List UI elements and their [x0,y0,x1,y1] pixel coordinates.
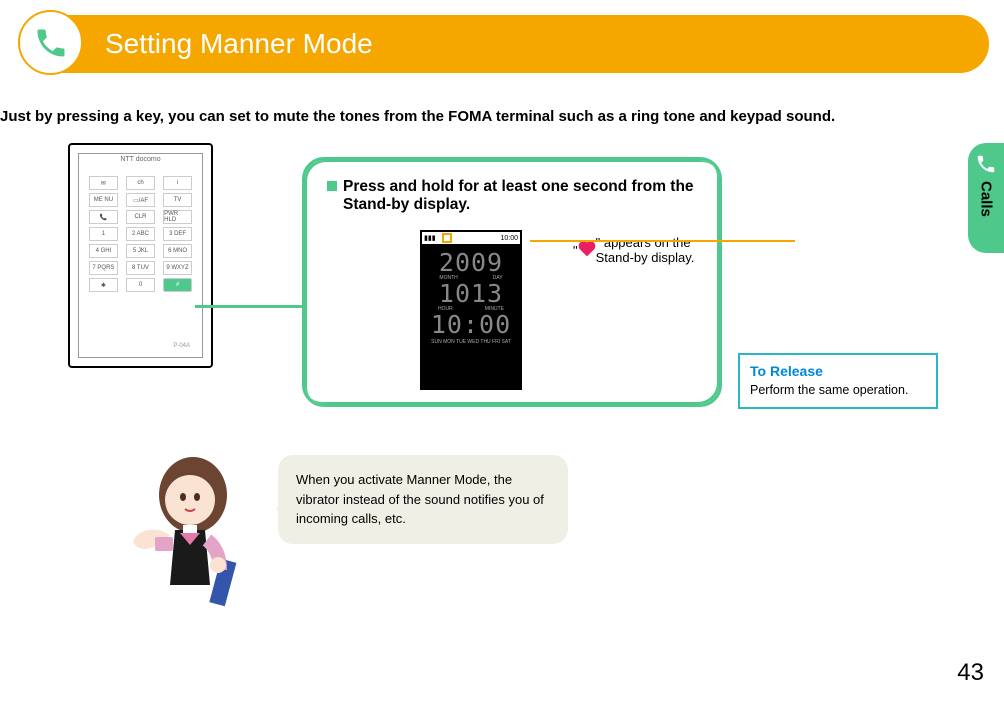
page-number: 43 [957,659,984,687]
phone-model: P-04A [173,343,190,349]
phone-brand: NTT docomo [79,154,202,165]
character-illustration [115,445,265,645]
release-box: To Release Perform the same operation. [738,353,938,409]
hash-manner-key: # [163,278,192,292]
handset-icon [975,153,997,175]
calls-side-tab: Calls [968,143,1004,253]
instruction-box: Press and hold for at least one second f… [302,157,722,407]
page-title: Setting Manner Mode [90,28,373,60]
page-header: Setting Manner Mode [20,15,989,73]
standby-screenshot: ▮▮▮ 10:00 2009 MONTH DAY 1013 HOUR MINUT… [420,230,522,390]
speech-bubble: When you activate Manner Mode, the vibra… [278,455,568,544]
bullet-icon [327,181,337,191]
phone-call-icon [18,10,83,75]
release-title: To Release [750,363,926,379]
orange-connector [530,240,795,242]
side-tab-label: Calls [978,181,995,217]
heart-icon [580,242,594,256]
heart-marker-box [442,233,452,243]
intro-text: Just by pressing a key, you can set to m… [0,108,835,125]
connector-line [195,305,305,308]
phone-illustration: NTT docomo ✉ ch i ME NU ▭/AF TV 📞 CLR PW… [68,143,213,368]
instruction-title: Press and hold for at least one second f… [327,178,697,214]
release-body: Perform the same operation. [750,383,926,397]
handset-icon [33,25,69,61]
